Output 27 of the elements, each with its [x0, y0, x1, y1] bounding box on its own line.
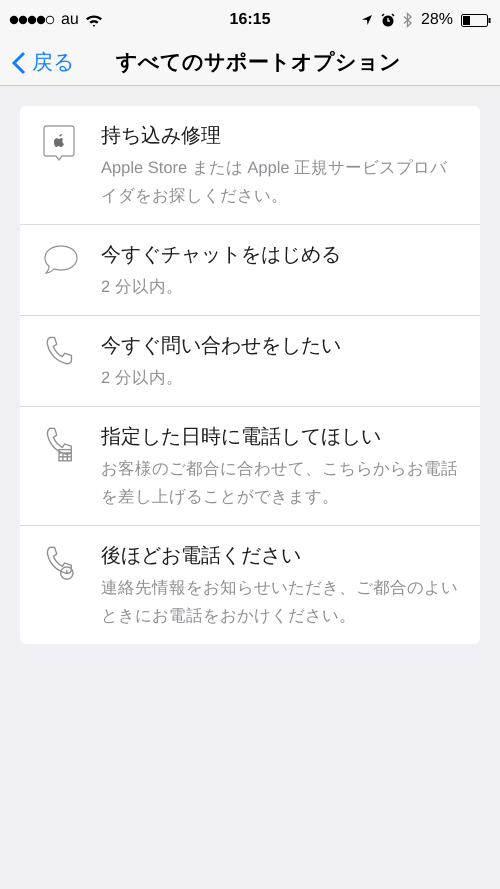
- option-title: 後ほどお電話ください: [101, 544, 302, 569]
- option-description: お客様のご都合に合わせて、こちらからお電話を差し上げることができます。: [101, 459, 459, 508]
- option-title: 指定した日時に電話してほしい: [101, 425, 382, 450]
- bluetooth-icon: [402, 12, 413, 28]
- option-title: 今すぐ問い合わせをしたい: [101, 334, 342, 359]
- battery-icon: [461, 14, 491, 26]
- option-description: Apple Store または Apple 正規サービスプロバイダをお探しください。: [101, 158, 448, 207]
- page-title: すべてのサポートオプション: [116, 50, 401, 76]
- option-description: 連絡先情報をお知らせいただき、ご都合のよいときにお電話をおかけください。: [101, 578, 459, 627]
- clock-time: 16:15: [230, 10, 270, 30]
- support-option[interactable]: 今すぐチャットをはじめる 2 分以内。: [20, 224, 480, 315]
- support-option[interactable]: 持ち込み修理 Apple Store または Apple 正規サービスプロバイダをお探しください。: [20, 106, 480, 224]
- option-title: 持ち込み修理: [101, 124, 222, 149]
- option-description: 2 分以内。: [101, 277, 184, 298]
- wifi-icon: [84, 14, 103, 26]
- back-button[interactable]: 戻る: [0, 46, 75, 78]
- option-title: 今すぐチャットをはじめる: [101, 243, 342, 268]
- support-option[interactable]: 後ほどお電話ください 連絡先情報をお知らせいただき、ご都合のよいときにお電話をおかけください。: [20, 525, 480, 644]
- battery-percentage: 28%: [420, 10, 453, 30]
- location-arrow-icon: [360, 14, 373, 26]
- chevron-left-icon: [12, 50, 26, 74]
- support-option[interactable]: 指定した日時に電話してほしい お客様のご都合に合わせて、こちらからお電話を差し上げることができます。: [20, 406, 480, 525]
- alarm-clock-icon: [380, 13, 395, 27]
- carrier-name: au: [61, 10, 79, 30]
- support-option[interactable]: 今すぐ問い合わせをしたい 2 分以内。: [20, 315, 480, 406]
- signal-icon: [9, 15, 55, 25]
- option-description: 2 分以内。: [101, 368, 184, 389]
